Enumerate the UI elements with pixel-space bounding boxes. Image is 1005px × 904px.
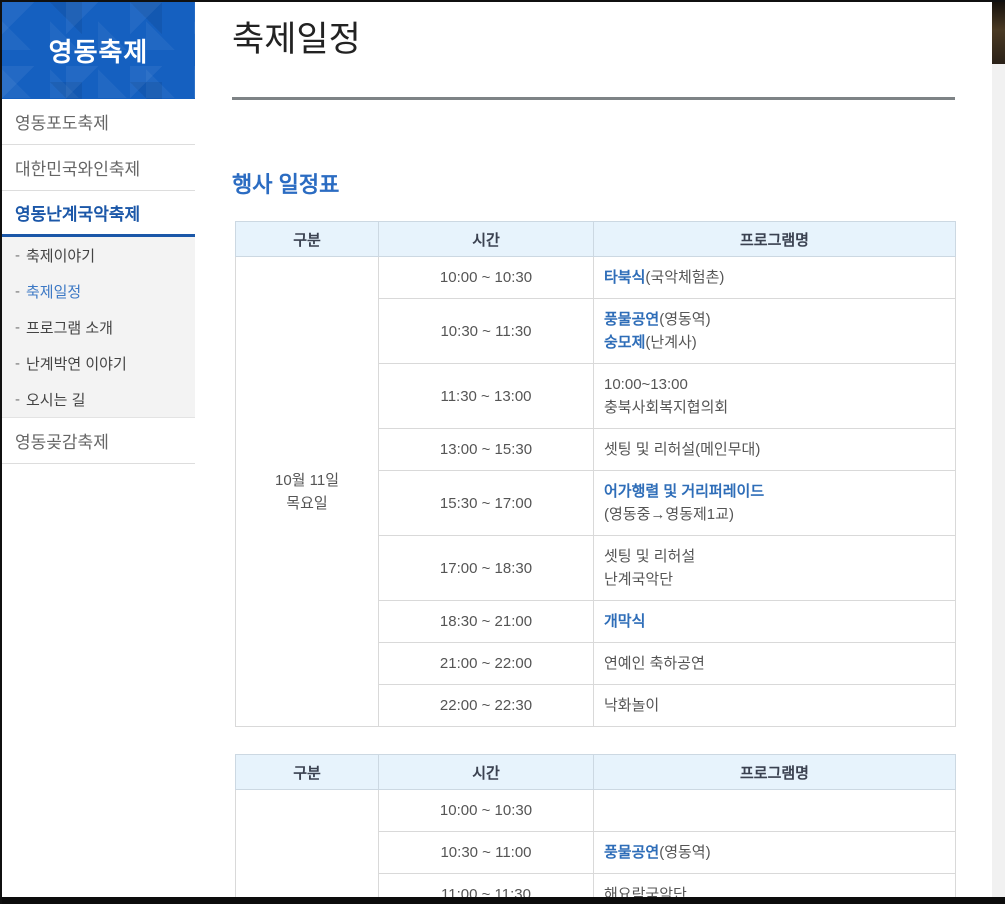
- sidebar-title: 영동축제: [2, 2, 195, 99]
- time-cell: 15:30 ~ 17:00: [379, 471, 594, 536]
- schedule-table: 구분시간프로그램명10월 11일목요일10:00 ~ 10:30타북식(국악체험…: [235, 221, 956, 727]
- subitem-dash: -: [15, 319, 20, 336]
- subitem-label: 오시는 길: [26, 389, 85, 410]
- column-header: 프로그램명: [594, 755, 956, 790]
- schedule-row: 10:00 ~ 10:30: [236, 790, 956, 832]
- column-header: 구분: [236, 755, 379, 790]
- subitem-label: 축제일정: [26, 281, 81, 302]
- program-cell: 셋팅 및 리허설난계국악단: [594, 536, 956, 601]
- program-text: (영동역): [659, 844, 710, 861]
- program-text: (영동중→영동제1교): [604, 506, 734, 523]
- sidebar-item[interactable]: 영동난계국악축제: [2, 191, 195, 237]
- program-text: 충북사회복지협의회: [604, 399, 728, 416]
- time-cell: 17:00 ~ 18:30: [379, 536, 594, 601]
- time-cell: 13:00 ~ 15:30: [379, 429, 594, 471]
- sidebar-subitem[interactable]: -축제이야기: [2, 237, 195, 273]
- scrollbar-track[interactable]: [992, 2, 1005, 904]
- program-text: 셋팅 및 리허설: [604, 548, 695, 565]
- scrollbar-thumb[interactable]: [992, 2, 1005, 64]
- program-link[interactable]: 어가행렬 및 거리퍼레이드: [604, 483, 764, 500]
- program-text: (영동역): [659, 311, 710, 328]
- program-link[interactable]: 풍물공연: [604, 844, 659, 861]
- program-cell: 풍물공연(영동역): [594, 832, 956, 874]
- program-text: 난계국악단: [604, 571, 673, 588]
- program-cell: 풍물공연(영동역) 숭모제(난계사): [594, 299, 956, 364]
- program-link[interactable]: 숭모제: [604, 334, 645, 351]
- sidebar-item[interactable]: 영동곶감축제: [2, 418, 195, 464]
- page: 영동축제 영동포도축제대한민국와인축제영동난계국악축제-축제이야기-축제일정-프…: [0, 0, 1005, 904]
- column-header: 시간: [379, 755, 594, 790]
- bottom-border: [2, 897, 1005, 904]
- sidebar-item[interactable]: 영동포도축제: [2, 99, 195, 145]
- time-cell: 21:00 ~ 22:00: [379, 643, 594, 685]
- date-cell: [236, 790, 379, 904]
- schedule-table: 구분시간프로그램명10:00 ~ 10:3010:30 ~ 11:00풍물공연(…: [235, 754, 956, 904]
- subitem-label: 축제이야기: [26, 245, 95, 266]
- section-title: 행사 일정표: [232, 172, 955, 198]
- program-text: 연예인 축하공연: [604, 655, 705, 672]
- program-link[interactable]: 타북식: [604, 269, 645, 286]
- sidebar-subitem[interactable]: -난계박연 이야기: [2, 345, 195, 381]
- program-link[interactable]: 개막식: [604, 613, 645, 630]
- subitem-dash: -: [15, 283, 20, 300]
- subitem-label: 난계박연 이야기: [26, 353, 127, 374]
- program-cell: 연예인 축하공연: [594, 643, 956, 685]
- time-cell: 10:30 ~ 11:00: [379, 832, 594, 874]
- sidebar-subitem[interactable]: -프로그램 소개: [2, 309, 195, 345]
- time-cell: 11:30 ~ 13:00: [379, 364, 594, 429]
- schedule-row: 10월 11일목요일10:00 ~ 10:30타북식(국악체험촌): [236, 257, 956, 299]
- time-cell: 10:00 ~ 10:30: [379, 790, 594, 832]
- program-cell: 10:00~13:00 충북사회복지협의회: [594, 364, 956, 429]
- column-header: 프로그램명: [594, 222, 956, 257]
- program-text: 셋팅 및 리허설(메인무대): [604, 441, 760, 458]
- subitem-dash: -: [15, 391, 20, 408]
- program-cell: [594, 790, 956, 832]
- sidebar-submenu: -축제이야기-축제일정-프로그램 소개-난계박연 이야기-오시는 길: [2, 237, 195, 418]
- subitem-label: 프로그램 소개: [26, 317, 113, 338]
- program-cell: 개막식: [594, 601, 956, 643]
- time-cell: 22:00 ~ 22:30: [379, 685, 594, 727]
- program-text: 낙화놀이: [604, 697, 659, 714]
- sidebar-subitem[interactable]: -오시는 길: [2, 381, 195, 417]
- sidebar: 영동축제 영동포도축제대한민국와인축제영동난계국악축제-축제이야기-축제일정-프…: [2, 2, 195, 464]
- time-cell: 10:00 ~ 10:30: [379, 257, 594, 299]
- program-text: (난계사): [645, 334, 696, 351]
- page-title: 축제일정: [232, 18, 955, 62]
- subitem-dash: -: [15, 355, 20, 372]
- schedule-tables: 구분시간프로그램명10월 11일목요일10:00 ~ 10:30타북식(국악체험…: [232, 221, 955, 904]
- date-cell: 10월 11일목요일: [236, 257, 379, 727]
- program-cell: 셋팅 및 리허설(메인무대): [594, 429, 956, 471]
- program-cell: 타북식(국악체험촌): [594, 257, 956, 299]
- time-cell: 10:30 ~ 11:30: [379, 299, 594, 364]
- column-header: 시간: [379, 222, 594, 257]
- program-text: 10:00~13:00: [604, 376, 688, 393]
- program-cell: 낙화놀이: [594, 685, 956, 727]
- sidebar-item[interactable]: 대한민국와인축제: [2, 145, 195, 191]
- program-text: (국악체험촌): [645, 269, 724, 286]
- subitem-dash: -: [15, 247, 20, 264]
- column-header: 구분: [236, 222, 379, 257]
- time-cell: 18:30 ~ 21:00: [379, 601, 594, 643]
- main-content: 축제일정 행사 일정표 구분시간프로그램명10월 11일목요일10:00 ~ 1…: [232, 2, 955, 904]
- program-cell: 어가행렬 및 거리퍼레이드 (영동중→영동제1교): [594, 471, 956, 536]
- sidebar-subitem[interactable]: -축제일정: [2, 273, 195, 309]
- program-link[interactable]: 풍물공연: [604, 311, 659, 328]
- sidebar-menu: 영동포도축제대한민국와인축제영동난계국악축제-축제이야기-축제일정-프로그램 소…: [2, 99, 195, 464]
- title-divider: [232, 97, 955, 100]
